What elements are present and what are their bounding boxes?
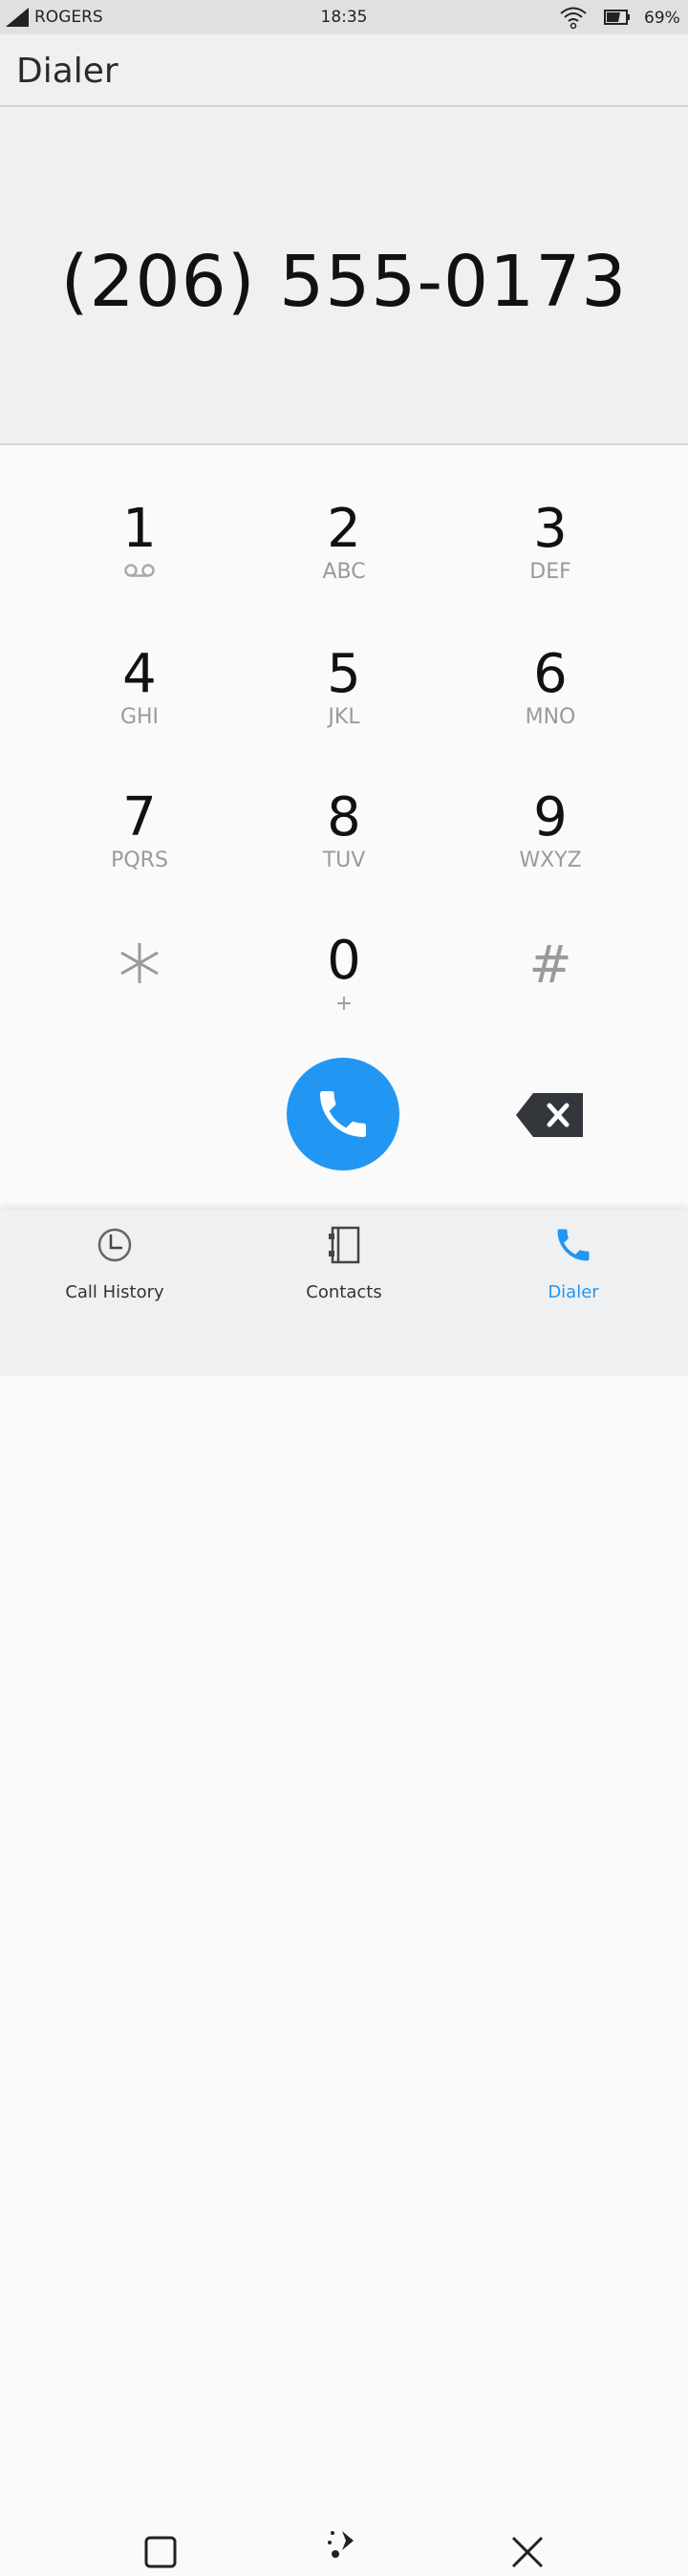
battery-percent: 69% [644, 9, 680, 28]
dialed-number[interactable]: (206) 555-0173 [0, 241, 688, 323]
key-8[interactable]: 8 TUV [241, 787, 447, 912]
clock-icon [97, 1228, 132, 1262]
key-letters: TUV [322, 848, 366, 872]
voicemail-icon [36, 560, 243, 585]
key-letters: ABC [322, 560, 366, 584]
tab-label: Dialer [548, 1282, 599, 1302]
key-star[interactable] [36, 934, 243, 1059]
key-letters: GHI [119, 705, 160, 729]
nav-close-button[interactable] [504, 2528, 551, 2576]
asterisk-icon [36, 934, 243, 996]
wifi-icon [560, 7, 587, 30]
address-book-icon [329, 1226, 360, 1264]
key-5[interactable]: 5 JKL [241, 644, 447, 768]
key-hash[interactable]: # [447, 934, 654, 1059]
close-icon [511, 2536, 544, 2568]
square-icon [144, 2536, 177, 2568]
phone-icon [320, 1091, 366, 1137]
key-2[interactable]: 2 ABC [241, 499, 447, 623]
key-letters: DEF [529, 560, 571, 584]
key-digit: 8 [327, 786, 361, 848]
tab-contacts[interactable]: Contacts [229, 1219, 459, 1305]
battery-icon [604, 10, 630, 25]
tab-call-history[interactable]: Call History [0, 1219, 229, 1305]
tab-dialer[interactable]: Dialer [459, 1219, 688, 1305]
key-1[interactable]: 1 [36, 499, 243, 623]
key-digit: 7 [122, 786, 157, 848]
page-title: Dialer [16, 52, 118, 91]
tab-label: Call History [65, 1282, 164, 1302]
key-0[interactable]: 0 + [241, 931, 447, 1055]
dialpad: 1 2 ABC 3 DEF 4 GHI 5 JKL 6 MNO 7 PQRS 8… [0, 445, 688, 1208]
key-9[interactable]: 9 WXYZ [447, 787, 654, 912]
backspace-icon [516, 1093, 583, 1137]
key-digit: 1 [122, 498, 157, 560]
bottom-tab-bar: Call History Contacts Dialer [0, 1210, 688, 2568]
hash-symbol: # [528, 934, 572, 995]
key-digit: 2 [327, 498, 361, 560]
call-button[interactable] [287, 1058, 399, 1170]
phone-icon [557, 1229, 590, 1261]
switch-icon [328, 2531, 354, 2558]
key-7[interactable]: 7 PQRS [36, 787, 243, 912]
key-letters: PQRS [111, 848, 168, 872]
nav-switch-button[interactable] [319, 2521, 367, 2568]
key-digit: 9 [533, 786, 568, 848]
nav-overview-button[interactable] [137, 2528, 184, 2576]
app-header: Dialer [0, 34, 688, 107]
tab-label: Contacts [306, 1282, 382, 1302]
key-letters: WXYZ [519, 848, 582, 872]
key-4[interactable]: 4 GHI [36, 644, 243, 768]
backspace-button[interactable] [516, 1090, 585, 1140]
key-6[interactable]: 6 MNO [447, 644, 654, 768]
key-3[interactable]: 3 DEF [447, 499, 654, 623]
key-digit: 3 [533, 498, 568, 560]
key-digit: 6 [533, 643, 568, 705]
key-letters: JKL [328, 705, 360, 729]
number-display: (206) 555-0173 [0, 107, 688, 445]
key-digit: 4 [122, 643, 157, 705]
key-digit: 5 [327, 643, 361, 705]
key-plus: + [334, 992, 354, 1016]
key-letters: MNO [525, 705, 576, 729]
status-bar: ROGERS 18:35 69% [0, 0, 688, 34]
key-digit: 0 [327, 930, 361, 992]
